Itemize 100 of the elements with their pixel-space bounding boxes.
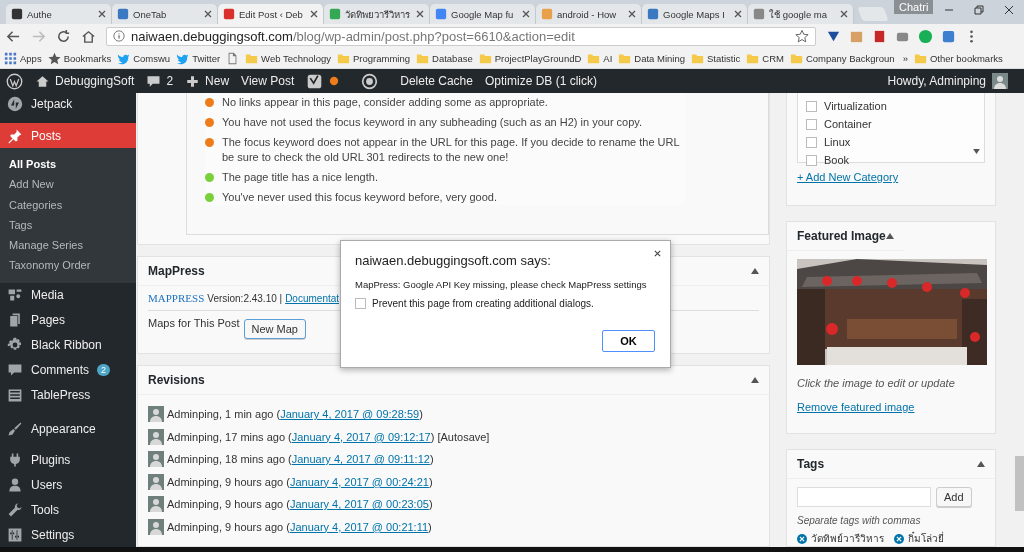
bookmark[interactable]: Twitter xyxy=(176,51,221,65)
menu-item[interactable]: Settings xyxy=(0,522,136,547)
bookmark[interactable]: Programming xyxy=(337,51,411,65)
revision-date-link[interactable]: January 4, 2017 @ 09:11:12 xyxy=(291,453,430,466)
close-icon[interactable] xyxy=(522,10,530,18)
extension-icon[interactable] xyxy=(872,28,887,44)
more-bookmarks-button[interactable]: » xyxy=(902,52,908,64)
menu-item[interactable]: Media xyxy=(0,282,136,308)
revision-entry: Adminping, 1 min ago (January 4, 2017 @ 09:28:59) xyxy=(167,408,423,421)
submenu-item[interactable]: Taxonomy Order xyxy=(0,255,136,276)
browser-tab[interactable]: Google Maps I xyxy=(642,4,748,24)
checkbox[interactable] xyxy=(806,136,817,148)
bookmark[interactable]: Apps xyxy=(4,51,42,65)
info-icon[interactable] xyxy=(113,30,125,42)
bookmark[interactable]: Web Technology xyxy=(245,51,331,65)
revision-date-link[interactable]: January 4, 2017 @ 09:12:17 xyxy=(291,430,431,443)
avatar-icon[interactable] xyxy=(992,73,1008,89)
bookmark[interactable]: CRM xyxy=(746,51,784,65)
checkbox-label: Prevent this page from creating additional dialogs. xyxy=(372,298,594,309)
menu-item[interactable]: Pages xyxy=(0,307,136,333)
close-icon[interactable] xyxy=(734,10,742,18)
bookmark[interactable]: Bookmarks xyxy=(47,51,112,65)
logo-icon[interactable] xyxy=(6,72,23,90)
browser-tab[interactable]: ใช้ google ma xyxy=(748,4,854,24)
ok-button[interactable]: OK xyxy=(602,330,655,352)
checkbox[interactable] xyxy=(806,154,817,166)
checkbox[interactable] xyxy=(806,118,817,130)
account-link[interactable]: Howdy, Adminping xyxy=(887,74,986,88)
browser-tab[interactable]: Google Map fu xyxy=(430,4,536,24)
scrollbar-thumb[interactable] xyxy=(1015,456,1024,511)
optimize-db-link[interactable]: Optimize DB (1 click) xyxy=(484,74,597,88)
menu-item[interactable]: Black Ribbon xyxy=(0,332,136,358)
submenu-item[interactable]: Categories xyxy=(0,194,136,215)
browser-tab[interactable]: วัดทิพยวารีวิหาร xyxy=(324,4,430,24)
favicon-icon xyxy=(117,8,129,20)
collapse-icon[interactable] xyxy=(885,233,894,239)
bookmark[interactable]: Database xyxy=(416,51,473,65)
close-icon[interactable] xyxy=(310,10,318,18)
home-icon[interactable] xyxy=(81,28,96,44)
new-map-button[interactable]: New Map xyxy=(243,319,306,340)
mappress-logo: MAPPRESS xyxy=(148,292,205,305)
close-icon[interactable] xyxy=(1004,5,1014,15)
bookmark[interactable]: Statistic xyxy=(691,51,741,65)
close-icon[interactable] xyxy=(840,10,848,18)
collapse-icon[interactable] xyxy=(751,377,759,383)
remove-image-link[interactable]: Remove featured image xyxy=(797,401,915,413)
close-icon[interactable] xyxy=(98,10,106,18)
favicon-icon xyxy=(647,8,659,20)
category-label: Book xyxy=(824,154,850,166)
checkbox[interactable] xyxy=(355,298,366,309)
close-icon[interactable] xyxy=(204,10,212,18)
menu-item[interactable]: Users xyxy=(0,472,136,498)
menu-item[interactable]: Tools xyxy=(0,497,136,523)
menu-item[interactable]: Comments 2 xyxy=(0,357,136,383)
logo-icon[interactable] xyxy=(306,72,324,90)
browser-tab[interactable]: Authe xyxy=(6,4,112,24)
comments-link[interactable]: 2 xyxy=(146,73,174,89)
submenu-item[interactable]: Tags xyxy=(0,214,136,236)
bookmark[interactable]: Company Backgroun xyxy=(789,51,895,65)
submenu-item[interactable]: Add New xyxy=(0,174,136,195)
new-link[interactable]: New xyxy=(185,73,230,89)
extension-icon[interactable] xyxy=(941,28,956,44)
add-category-link[interactable]: + Add New Category xyxy=(797,171,899,183)
bookmark[interactable]: Comswu xyxy=(117,51,171,65)
address-bar[interactable]: naiwaen.debuggingsoft.com/blog/wp-admin/post.php?post=6610&action=edit xyxy=(106,26,816,46)
close-icon[interactable] xyxy=(628,10,636,18)
delete-cache-link[interactable]: Delete Cache xyxy=(400,74,473,88)
reload-icon[interactable] xyxy=(56,28,71,44)
tag-input[interactable] xyxy=(797,487,931,507)
bookmark[interactable]: AI xyxy=(587,51,613,65)
star-icon[interactable] xyxy=(795,29,809,43)
remove-tag-icon[interactable] xyxy=(797,533,807,544)
close-icon[interactable] xyxy=(654,250,661,257)
browser-tab[interactable]: OneTab xyxy=(112,4,218,24)
documentation-link[interactable]: Documentat xyxy=(285,292,340,304)
bookmark[interactable]: ProjectPlayGroundD xyxy=(478,51,582,65)
menu-item[interactable]: Posts xyxy=(0,123,136,148)
submenu-item[interactable]: Manage Series xyxy=(0,235,136,256)
browser-tab[interactable]: Edit Post ‹ Deb xyxy=(218,4,324,24)
restore-icon[interactable] xyxy=(974,5,984,15)
bookmark[interactable]: Other bookmarks xyxy=(913,51,1003,65)
browser-tab[interactable]: android - How xyxy=(536,4,642,24)
logo-icon[interactable] xyxy=(361,72,379,90)
menu-item[interactable]: Appearance xyxy=(0,417,136,440)
site-link[interactable]: DebuggingSoft xyxy=(35,73,135,89)
scroll-down-icon[interactable] xyxy=(973,149,980,154)
view-post-link[interactable]: View Post xyxy=(241,74,295,88)
revision-date-link[interactable]: January 4, 2017 @ 09:28:59 xyxy=(280,408,420,421)
collapse-icon[interactable] xyxy=(977,461,985,467)
close-icon[interactable] xyxy=(416,10,424,18)
menu-item[interactable]: Plugins xyxy=(0,447,136,473)
bookmark[interactable]: Data Mining xyxy=(618,51,685,65)
checkbox[interactable] xyxy=(806,100,817,112)
avatar-icon xyxy=(148,473,164,490)
collapse-icon[interactable] xyxy=(751,268,759,275)
submenu-item[interactable]: All Posts xyxy=(0,154,136,175)
menu-item[interactable]: Jetpack xyxy=(0,93,136,115)
add-button[interactable]: Add xyxy=(936,487,972,507)
menu-item[interactable]: TablePress xyxy=(0,382,136,408)
remove-tag-icon[interactable] xyxy=(894,533,904,544)
